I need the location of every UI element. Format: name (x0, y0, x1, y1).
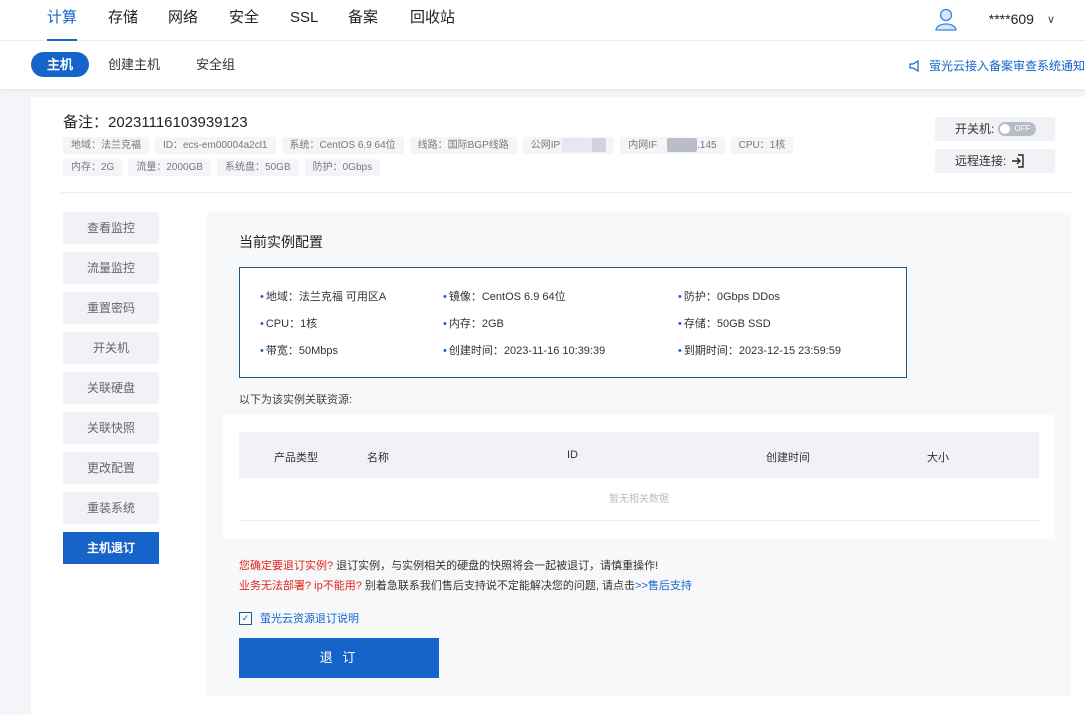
related-resources-note: 以下为该实例关联资源: (239, 394, 353, 406)
sub-nav: 主机 创建主机 安全组 萤光云接入备案审查系统通知 (0, 41, 1085, 89)
support-link[interactable]: >>售后支持 (635, 580, 692, 592)
public-ip-redacted-end (592, 138, 607, 153)
notice-link[interactable]: 萤光云接入备案审查系统通知 (909, 57, 1085, 74)
table-empty-state: 暂无相关数据 (239, 478, 1039, 521)
col-size: 大小 (927, 452, 949, 464)
user-avatar-icon (935, 8, 957, 31)
remark-value: 20231116103939123 (108, 114, 248, 131)
instance-actions: 开关机: OFF 远程连接: (935, 117, 1055, 181)
tag-traffic: 流量：2000GB (128, 159, 212, 176)
megaphone-icon (909, 59, 919, 72)
tab-security-group[interactable]: 安全组 (180, 52, 251, 77)
nav-recycle-bin[interactable]: 回收站 (410, 9, 455, 41)
private-ip-suffix: .145 (697, 140, 717, 151)
nav-ssl[interactable]: SSL (290, 9, 318, 41)
tag-os: 系统：CentOS 6.9 64位 (281, 137, 404, 154)
remote-connect-button[interactable]: 远程连接: (935, 149, 1055, 173)
login-icon (1012, 154, 1025, 168)
menu-snapshot[interactable]: 关联快照 (63, 412, 159, 444)
tag-region: 地域：法兰克福 (63, 137, 149, 154)
config-memory: • 内存：2GB (443, 318, 504, 330)
remote-label: 远程连接: (955, 154, 1007, 168)
menu-power[interactable]: 开关机 (63, 332, 159, 364)
config-expires: • 到期时间：2023-12-15 23:59:59 (678, 345, 842, 357)
config-region: • 地域：法兰克福 可用区A (260, 291, 387, 303)
agree-checkbox-row[interactable]: ✓ 萤光云资源退订说明 (239, 610, 359, 626)
tag-cpu: CPU：1核 (730, 137, 794, 154)
col-name: 名称 (367, 452, 389, 464)
config-image: • 镜像：CentOS 6.9 64位 (443, 291, 566, 303)
panel-title: 当前实例配置 (239, 234, 323, 250)
nav-icp[interactable]: 备案 (348, 9, 378, 41)
warning-question: 您确定要退订实例? (239, 560, 334, 572)
config-created: • 创建时间：2023-11-16 10:39:39 (443, 345, 606, 357)
tab-host[interactable]: 主机 (31, 52, 90, 77)
agree-checkbox[interactable]: ✓ (239, 611, 252, 625)
col-product-type: 产品类型 (274, 452, 318, 464)
tag-id: ID：ecs-em00004a2cl1 (155, 137, 276, 154)
menu-view-monitor[interactable]: 查看监控 (63, 212, 159, 244)
support-hint: 业务无法部署? ip不能用? 别着急联系我们售后支持说不定能解决您的问题, 请点… (239, 577, 692, 593)
tag-private-ip: 内网IF .145 (620, 137, 725, 154)
config-bandwidth: • 带宽：50Mbps (260, 345, 338, 357)
nav-compute[interactable]: 计算 (47, 9, 78, 41)
tag-public-ip: 公网IP (522, 137, 615, 154)
config-box: • 地域：法兰克福 可用区A • 镜像：CentOS 6.9 64位 • 防护：0Gb… (239, 267, 907, 378)
tag-disk: 系统盘：50GB (217, 159, 299, 176)
public-ip-redacted (562, 138, 593, 153)
username: ****609 (988, 11, 1034, 27)
tag-protect: 防护：0Gbps (304, 159, 381, 176)
menu-attach-disk[interactable]: 关联硬盘 (63, 372, 159, 404)
public-ip-label: 公网IP (530, 140, 561, 151)
table-header: 产品类型 名称 ID 创建时间 大小 (239, 432, 1039, 478)
support-text: 别着急联系我们售后支持说不定能解决您的问题, 请点击 (361, 580, 636, 592)
nav-security[interactable]: 安全 (229, 9, 259, 41)
unsubscribe-warning: 您确定要退订实例? 退订实例，与实例相关的硬盘的快照将会一起被退订，请慎重操作! (239, 557, 658, 573)
menu-unsubscribe[interactable]: 主机退订 (63, 532, 159, 564)
related-resources-table: 产品类型 名称 ID 创建时间 大小 暂无相关数据 (223, 415, 1055, 539)
power-label: 开关机: (955, 122, 995, 136)
menu-traffic-monitor[interactable]: 流量监控 (63, 252, 159, 284)
menu-reinstall[interactable]: 重装系统 (63, 492, 159, 524)
private-ip-label: 内网IF (628, 140, 658, 151)
config-protect: • 防护：0Gbps DDos (678, 291, 780, 303)
warning-text: 退订实例，与实例相关的硬盘的快照将会一起被退订，请慎重操作! (333, 560, 659, 572)
instance-tags: 地域：法兰克福 ID：ecs-em00004a2cl1 系统：CentOS 6.9 … (63, 137, 883, 181)
col-id: ID (567, 449, 578, 461)
power-switch[interactable]: OFF (998, 122, 1037, 136)
support-question: 业务无法部署? ip不能用? (239, 580, 362, 592)
header-divider (61, 192, 1072, 193)
menu-reset-password[interactable]: 重置密码 (63, 292, 159, 324)
notice-text: 萤光云接入备案审查系统通知 (928, 59, 1085, 73)
config-storage: • 存储：50GB SSD (678, 318, 771, 330)
power-toggle-button[interactable]: 开关机: OFF (935, 117, 1055, 141)
agree-label[interactable]: 萤光云资源退订说明 (260, 610, 359, 626)
instance-menu: 查看监控 流量监控 重置密码 开关机 关联硬盘 关联快照 更改配置 重装系统 主… (63, 212, 159, 572)
menu-change-config[interactable]: 更改配置 (63, 452, 159, 484)
tag-memory: 内存：2G (63, 159, 123, 176)
instance-remark: 备注：20231116103939123 (63, 111, 248, 132)
remark-label: 备注： (63, 114, 109, 131)
content-card: 备注：20231116103939123 地域：法兰克福 ID：ecs-em000… (31, 97, 1085, 715)
tag-line: 线路：国际BGP线路 (409, 137, 517, 154)
chevron-down-icon: ∨ (1046, 13, 1055, 26)
tab-create-host[interactable]: 创建主机 (92, 52, 176, 77)
col-created: 创建时间 (766, 452, 810, 464)
nav-storage[interactable]: 存储 (108, 9, 138, 41)
user-menu[interactable]: ****609 ∨ (933, 6, 1055, 32)
unsubscribe-button[interactable]: 退 订 (239, 638, 439, 678)
top-nav: 计算 存储 网络 安全 SSL 备案 回收站 ****609 ∨ (0, 0, 1085, 41)
config-cpu: • CPU：1核 (260, 318, 318, 330)
unsubscribe-panel: 当前实例配置 • 地域：法兰克福 可用区A • 镜像：CentOS 6.9 64位 … (207, 212, 1071, 696)
nav-network[interactable]: 网络 (168, 9, 198, 41)
private-ip-redacted (667, 138, 698, 153)
